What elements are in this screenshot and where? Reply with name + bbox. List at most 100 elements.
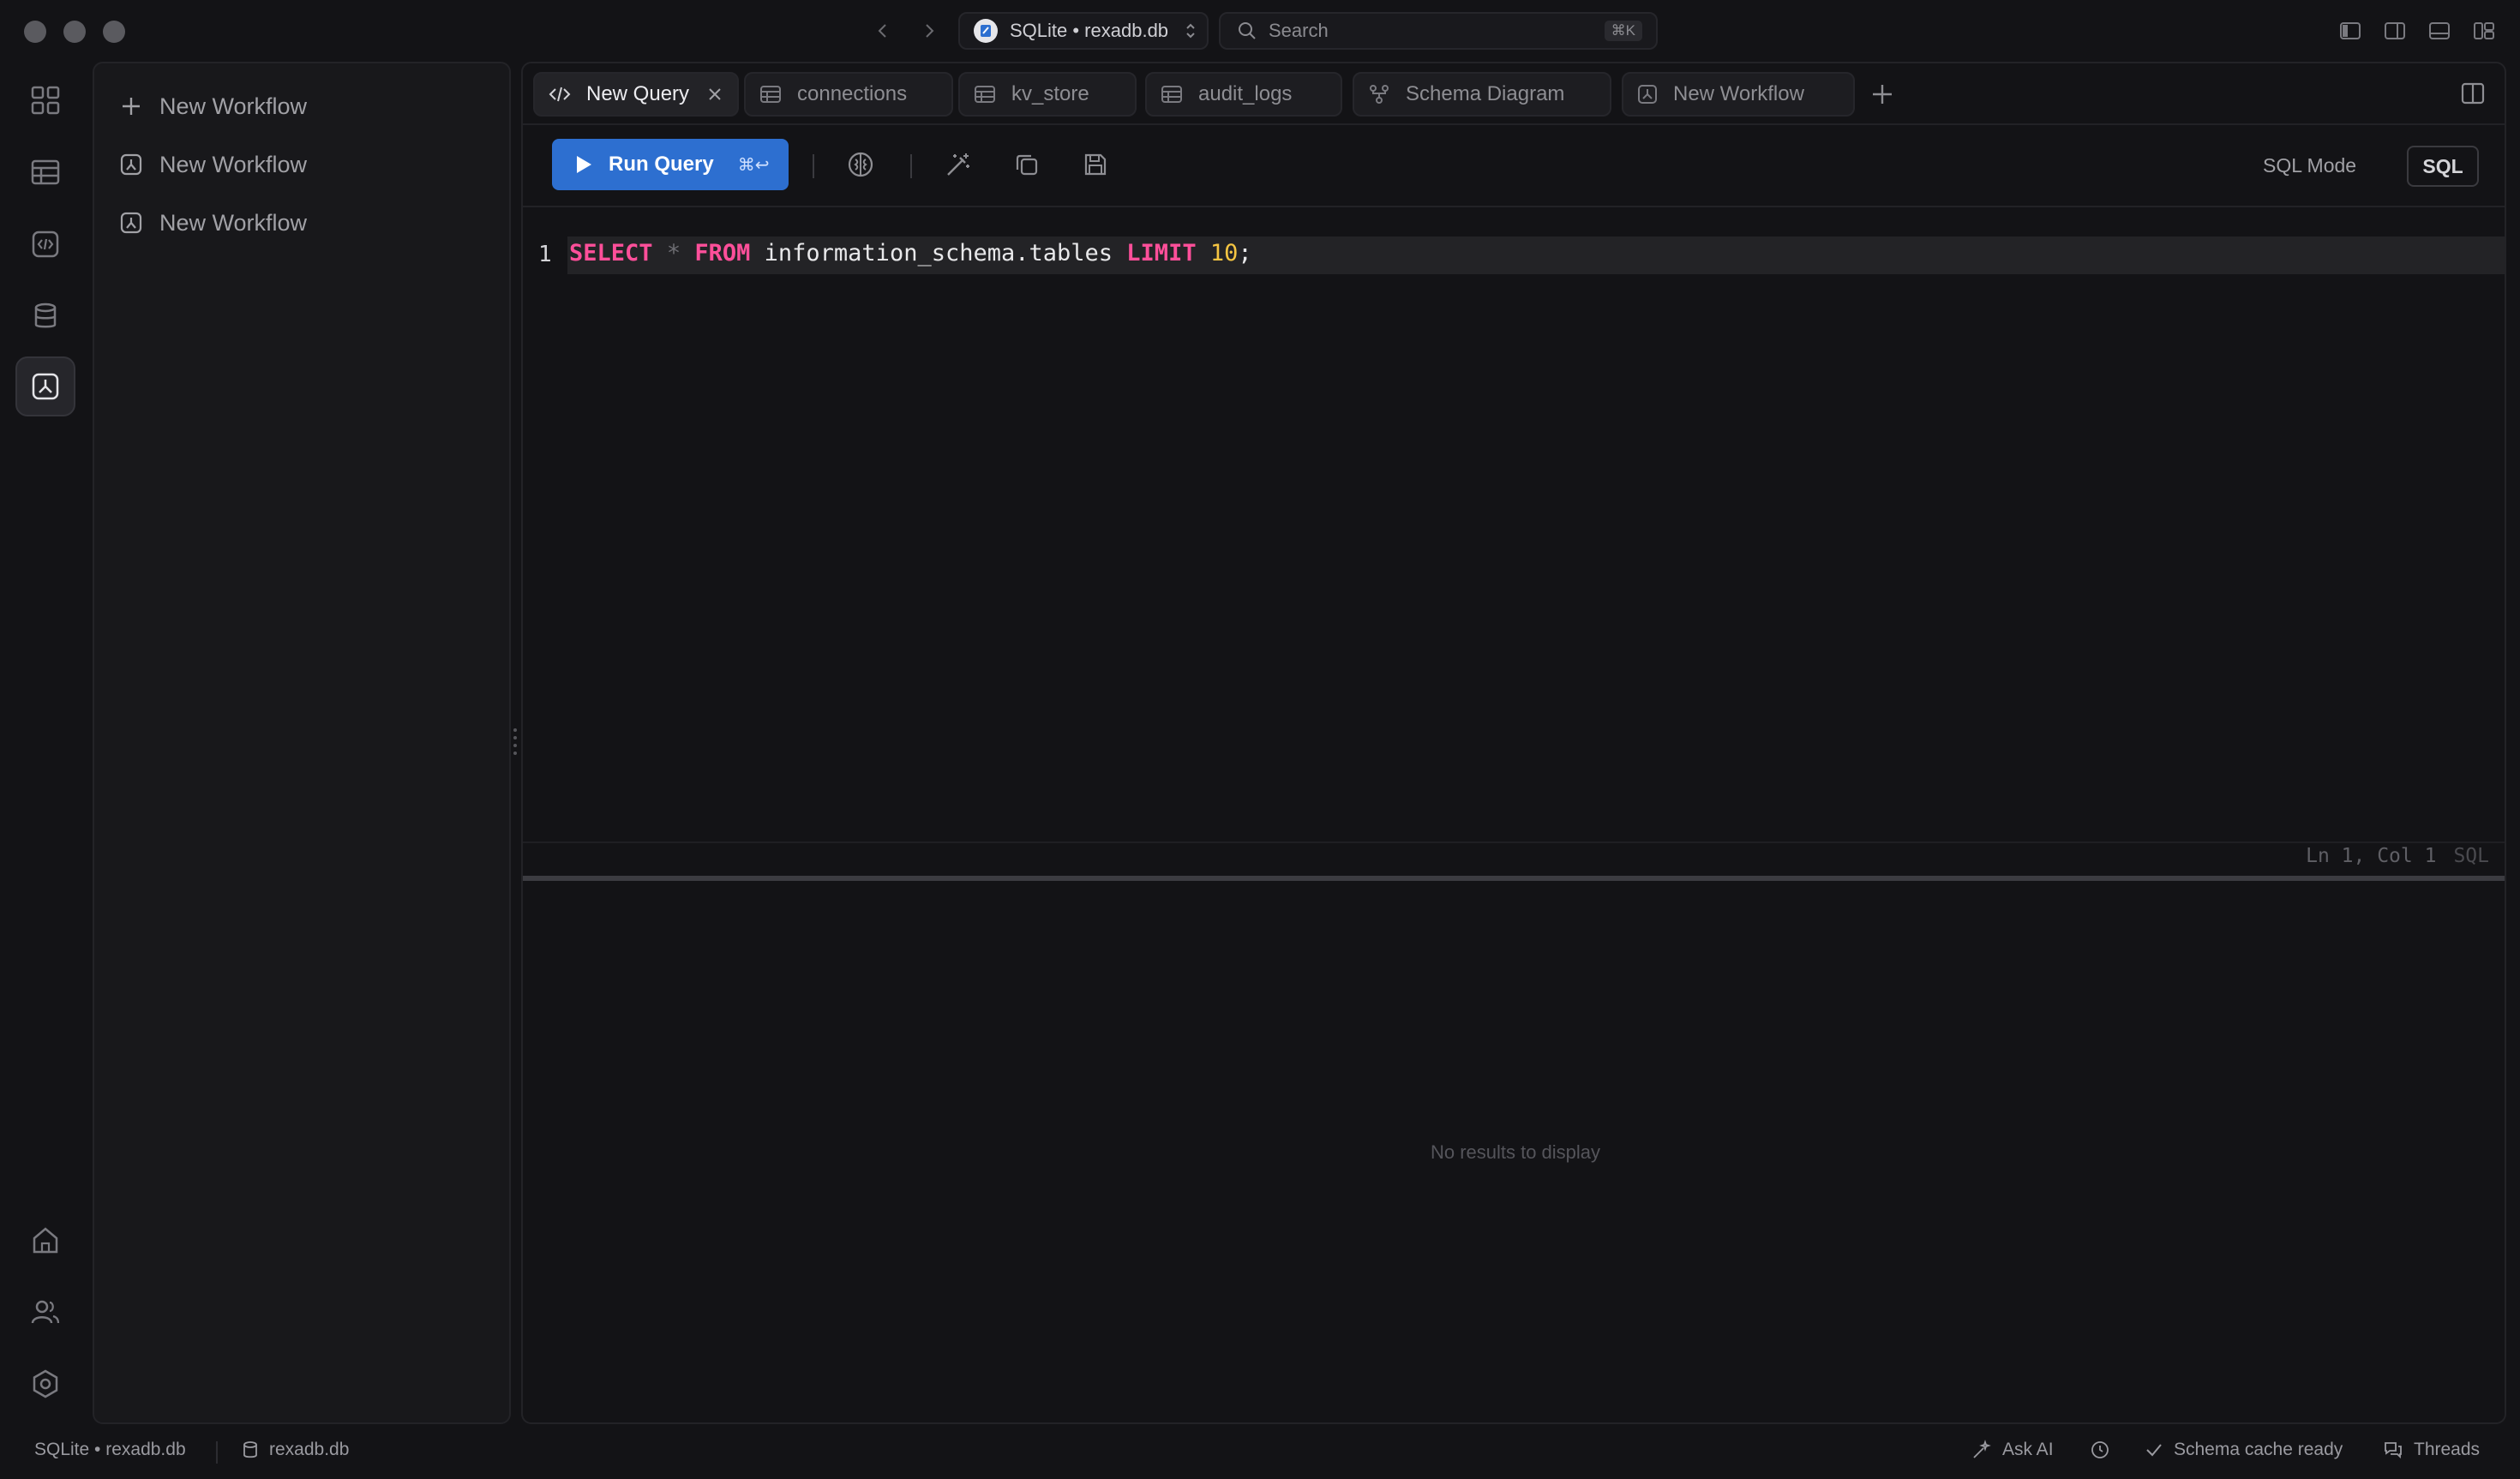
magic-wand-icon <box>947 153 969 176</box>
search-shortcut: ⌘K <box>1604 21 1642 41</box>
sql-editor[interactable] <box>523 207 2505 901</box>
semicolon-token: ; <box>1238 240 1252 266</box>
ask-ai-button[interactable]: Ask AI <box>1971 1440 2054 1460</box>
editor-language: SQL <box>2453 845 2489 867</box>
sidebar-item-label: New Workflow <box>159 93 308 119</box>
table-icon <box>975 86 995 103</box>
diagram-icon <box>1370 85 1389 104</box>
copy-icon <box>1016 154 1038 176</box>
query-toolbar <box>523 125 2505 207</box>
ai-assist-button[interactable] <box>843 147 878 182</box>
plus-icon <box>1873 85 1892 104</box>
save-query-button[interactable] <box>1078 147 1113 182</box>
workflow-icon <box>120 153 142 176</box>
play-icon <box>577 156 591 173</box>
check-icon <box>2146 1444 2162 1457</box>
brain-icon <box>848 152 873 177</box>
keyword-from: FROM <box>694 240 751 266</box>
copy-query-button[interactable] <box>1010 147 1044 182</box>
rail-dashboard-button[interactable] <box>15 70 75 130</box>
sidebar-item-label: New Workflow <box>159 151 308 177</box>
workflow-sidebar: New Workflow New Workflow New Workflow <box>93 62 511 1424</box>
status-database[interactable]: rexadb.db <box>242 1440 349 1460</box>
history-button[interactable] <box>2090 1440 2110 1460</box>
split-view-icon <box>2461 82 2485 105</box>
chevron-right-icon <box>926 24 934 38</box>
keyword-limit: LIMIT <box>1126 240 1197 266</box>
tab-new-workflow[interactable]: New Workflow <box>1622 72 1855 117</box>
layout-grid-icon <box>2474 22 2494 39</box>
tab-kv-store[interactable]: kv_store <box>958 72 1137 117</box>
connection-label: SQLite • rexadb.db <box>1010 20 1169 41</box>
window-zoom-button[interactable] <box>103 21 125 43</box>
results-resize-handle[interactable] <box>523 876 2505 881</box>
back-button[interactable] <box>869 17 897 45</box>
connection-switcher[interactable]: SQLite • rexadb.db <box>958 12 1209 50</box>
run-query-button[interactable]: Run Query ⌘↩ <box>552 139 789 190</box>
new-workflow-button[interactable]: New Workflow <box>111 84 489 129</box>
clock-icon <box>2091 1441 2109 1458</box>
code-icon <box>549 87 571 102</box>
empty-results-message: No results to display <box>1430 1141 1601 1163</box>
code-line[interactable]: SELECT * FROM information_schema.tables … <box>569 240 1252 266</box>
tab-label: New Workflow <box>1673 82 1804 105</box>
line-number: 1 <box>538 242 552 267</box>
rail-database-button[interactable] <box>15 286 75 346</box>
number-literal: 10 <box>1209 240 1239 266</box>
status-bar <box>0 1428 2520 1479</box>
sql-mode-toggle[interactable]: SQL <box>2407 146 2479 187</box>
rail-query-button[interactable] <box>15 214 75 274</box>
table-icon <box>31 159 60 185</box>
rail-workflows-button[interactable] <box>15 356 75 416</box>
toolbar-divider <box>813 154 814 178</box>
tab-connections[interactable]: connections <box>744 72 953 117</box>
sidebar-resize-handle[interactable] <box>513 728 518 759</box>
grid-icon <box>31 86 60 115</box>
toolbar-divider <box>910 154 912 178</box>
tab-schema-diagram[interactable]: Schema Diagram <box>1353 72 1611 117</box>
rail-tables-button[interactable] <box>15 142 75 202</box>
tab-label: New Query <box>586 82 690 105</box>
format-query-button[interactable] <box>941 147 975 182</box>
sidebar-item-workflow[interactable]: New Workflow <box>111 201 489 245</box>
code-file-icon <box>32 231 59 258</box>
workflow-icon <box>120 212 142 234</box>
run-query-label: Run Query <box>609 153 714 176</box>
toggle-bottom-panel-button[interactable] <box>2426 17 2453 45</box>
chevron-left-icon <box>878 24 886 38</box>
tab-label: audit_logs <box>1198 82 1293 105</box>
sidebar-right-icon <box>2385 22 2405 39</box>
tab-label: connections <box>797 82 908 105</box>
status-database-label: rexadb.db <box>269 1440 350 1459</box>
rail-home-button[interactable] <box>15 1210 75 1270</box>
search-input[interactable]: Search ⌘K <box>1219 12 1658 50</box>
toggle-left-sidebar-button[interactable] <box>2337 17 2364 45</box>
tab-label: kv_store <box>1011 82 1089 105</box>
close-icon[interactable] <box>705 84 725 105</box>
tab-new-query[interactable]: New Query <box>533 72 739 117</box>
tab-audit-logs[interactable]: audit_logs <box>1145 72 1342 117</box>
rail-settings-button[interactable] <box>15 1354 75 1414</box>
forward-button[interactable] <box>915 17 943 45</box>
status-connection[interactable]: SQLite • rexadb.db <box>34 1440 186 1460</box>
threads-icon <box>2385 1442 2402 1459</box>
sqlite-icon <box>974 19 998 43</box>
sidebar-item-workflow[interactable]: New Workflow <box>111 142 489 187</box>
toggle-right-sidebar-button[interactable] <box>2381 17 2409 45</box>
split-view-button[interactable] <box>2460 81 2486 106</box>
workflow-icon <box>32 373 59 400</box>
home-icon <box>33 1227 58 1254</box>
window-minimize-button[interactable] <box>63 21 86 43</box>
threads-button[interactable]: Threads <box>2383 1440 2480 1460</box>
schema-cache-status: Schema cache ready <box>2145 1440 2343 1460</box>
database-icon <box>34 302 57 328</box>
wildcard-token: * <box>666 240 681 266</box>
search-placeholder: Search <box>1269 20 1329 41</box>
schema-cache-label: Schema cache ready <box>2174 1440 2343 1459</box>
window-close-button[interactable] <box>24 21 46 43</box>
layout-button[interactable] <box>2470 17 2498 45</box>
rail-users-button[interactable] <box>15 1282 75 1342</box>
sidebar-item-label: New Workflow <box>159 209 308 236</box>
new-tab-button[interactable] <box>1869 81 1896 108</box>
cursor-position: Ln 1, Col 1 SQL <box>2306 845 2489 867</box>
